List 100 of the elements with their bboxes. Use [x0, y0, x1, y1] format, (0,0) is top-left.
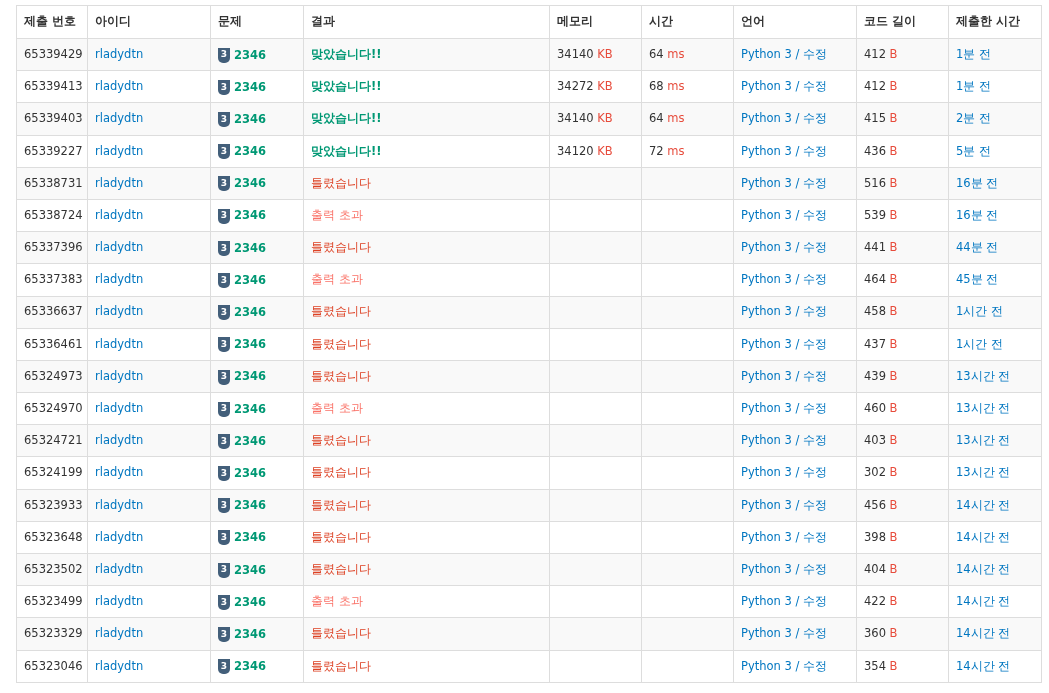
memory-value: 34140 KB — [557, 111, 613, 126]
submission-id: 65323499 — [24, 594, 83, 609]
user-link[interactable]: rladydtn — [95, 626, 144, 641]
time-value: 64 ms — [649, 46, 685, 61]
memory-value: 34120 KB — [557, 143, 613, 158]
problem-link[interactable]: 2346 — [234, 464, 266, 483]
result-text: 출력 초과 — [311, 272, 363, 287]
submitted-time-link[interactable]: 1분 전 — [956, 79, 991, 94]
column-header: 언어 — [733, 5, 857, 39]
code-length: 458 B — [864, 304, 898, 319]
user-link[interactable]: rladydtn — [95, 46, 144, 61]
submission-id: 65339403 — [24, 111, 83, 126]
submission-id: 65339429 — [24, 46, 83, 61]
result-text: 맞았습니다!! — [311, 111, 382, 126]
problem-link[interactable]: 2346 — [234, 432, 266, 451]
user-link[interactable]: rladydtn — [95, 272, 144, 287]
time-value: 64 ms — [649, 111, 685, 126]
problem-link[interactable]: 2346 — [234, 497, 266, 515]
user-link[interactable]: rladydtn — [95, 465, 144, 480]
submission-id: 65323648 — [24, 529, 83, 544]
problem-link[interactable]: 2346 — [234, 593, 266, 611]
problem-link[interactable]: 2346 — [234, 239, 266, 257]
user-link[interactable]: rladydtn — [95, 336, 144, 351]
tier-badge: 3 — [218, 337, 230, 353]
user-link[interactable]: rladydtn — [95, 79, 144, 94]
submission-id: 65323502 — [24, 561, 83, 576]
submission-id: 65336637 — [24, 304, 83, 319]
tier-badge: 3 — [218, 562, 230, 578]
tier-badge: 3 — [218, 498, 230, 514]
problem-link[interactable]: 2346 — [234, 304, 266, 322]
result-text: 틀렸습니다 — [311, 433, 371, 448]
problem-link[interactable]: 2346 — [234, 561, 266, 579]
user-link[interactable]: rladydtn — [95, 111, 144, 126]
tier-badge: 3 — [218, 466, 230, 482]
code-length: 302 B — [864, 465, 898, 480]
submission-id: 65324973 — [24, 368, 83, 383]
code-length: 439 B — [864, 368, 898, 383]
tier-badge: 3 — [218, 208, 230, 224]
user-link[interactable]: rladydtn — [95, 368, 144, 383]
submission-id: 65336461 — [24, 336, 83, 351]
tier-badge: 3 — [218, 433, 230, 449]
result-text: 틀렸습니다 — [311, 465, 371, 480]
user-link[interactable]: rladydtn — [95, 594, 144, 609]
code-length: 412 B — [864, 46, 898, 61]
submitted-time-link[interactable]: 5분 전 — [956, 143, 991, 158]
tier-badge: 3 — [218, 401, 230, 417]
user-link[interactable]: rladydtn — [95, 433, 144, 448]
problem-link[interactable]: 2346 — [234, 78, 266, 96]
submission-id: 65323329 — [24, 626, 83, 641]
result-text: 틀렸습니다 — [311, 368, 371, 383]
tier-badge: 3 — [218, 79, 230, 95]
code-length: 404 B — [864, 561, 898, 576]
tier-badge: 3 — [218, 530, 230, 546]
code-length: 398 B — [864, 529, 898, 544]
code-length: 441 B — [864, 240, 898, 255]
user-link[interactable]: rladydtn — [95, 304, 144, 319]
column-header: 코드 길이 — [856, 5, 949, 39]
result-text: 틀렸습니다 — [311, 497, 371, 512]
tier-badge: 3 — [218, 112, 230, 128]
column-header: 제출 번호 — [16, 5, 88, 39]
user-link[interactable]: rladydtn — [95, 529, 144, 544]
column-header: 제출한 시간 — [948, 5, 1042, 39]
problem-link[interactable]: 2346 — [234, 207, 266, 225]
user-link[interactable]: rladydtn — [95, 561, 144, 576]
user-link[interactable]: rladydtn — [95, 207, 144, 222]
problem-link[interactable]: 2346 — [234, 625, 266, 644]
column-header: 아이디 — [87, 5, 211, 39]
problem-link[interactable]: 2346 — [234, 175, 266, 193]
problem-link[interactable]: 2346 — [234, 529, 266, 547]
problem-link[interactable]: 2346 — [234, 658, 266, 676]
tier-badge: 3 — [218, 369, 230, 385]
problem-link[interactable]: 2346 — [234, 368, 266, 386]
code-length: 516 B — [864, 175, 898, 190]
time-value: 72 ms — [649, 143, 685, 158]
problem-link[interactable]: 2346 — [234, 336, 266, 354]
tier-badge: 3 — [218, 176, 230, 192]
submitted-time-link[interactable]: 1분 전 — [956, 46, 991, 61]
code-length: 460 B — [864, 401, 898, 416]
problem-link[interactable]: 2346 — [234, 46, 266, 64]
user-link[interactable]: rladydtn — [95, 175, 144, 190]
problem-link[interactable]: 2346 — [234, 110, 266, 129]
user-link[interactable]: rladydtn — [95, 401, 144, 416]
code-length: 539 B — [864, 207, 898, 222]
submission-id: 65338724 — [24, 207, 83, 222]
time-value: 68 ms — [649, 79, 685, 94]
user-link[interactable]: rladydtn — [95, 143, 144, 158]
column-header: 메모리 — [549, 5, 642, 39]
tier-badge: 3 — [218, 594, 230, 610]
user-link[interactable]: rladydtn — [95, 658, 144, 673]
tier-badge: 3 — [218, 627, 230, 643]
user-link[interactable]: rladydtn — [95, 497, 144, 512]
problem-link[interactable]: 2346 — [234, 400, 266, 418]
result-text: 출력 초과 — [311, 401, 363, 416]
code-length: 422 B — [864, 594, 898, 609]
problem-link[interactable]: 2346 — [234, 271, 266, 290]
submitted-time-link[interactable]: 2분 전 — [956, 111, 991, 126]
user-link[interactable]: rladydtn — [95, 240, 144, 255]
result-text: 틀렸습니다 — [311, 529, 371, 544]
problem-link[interactable]: 2346 — [234, 143, 266, 161]
tier-badge: 3 — [218, 272, 230, 288]
